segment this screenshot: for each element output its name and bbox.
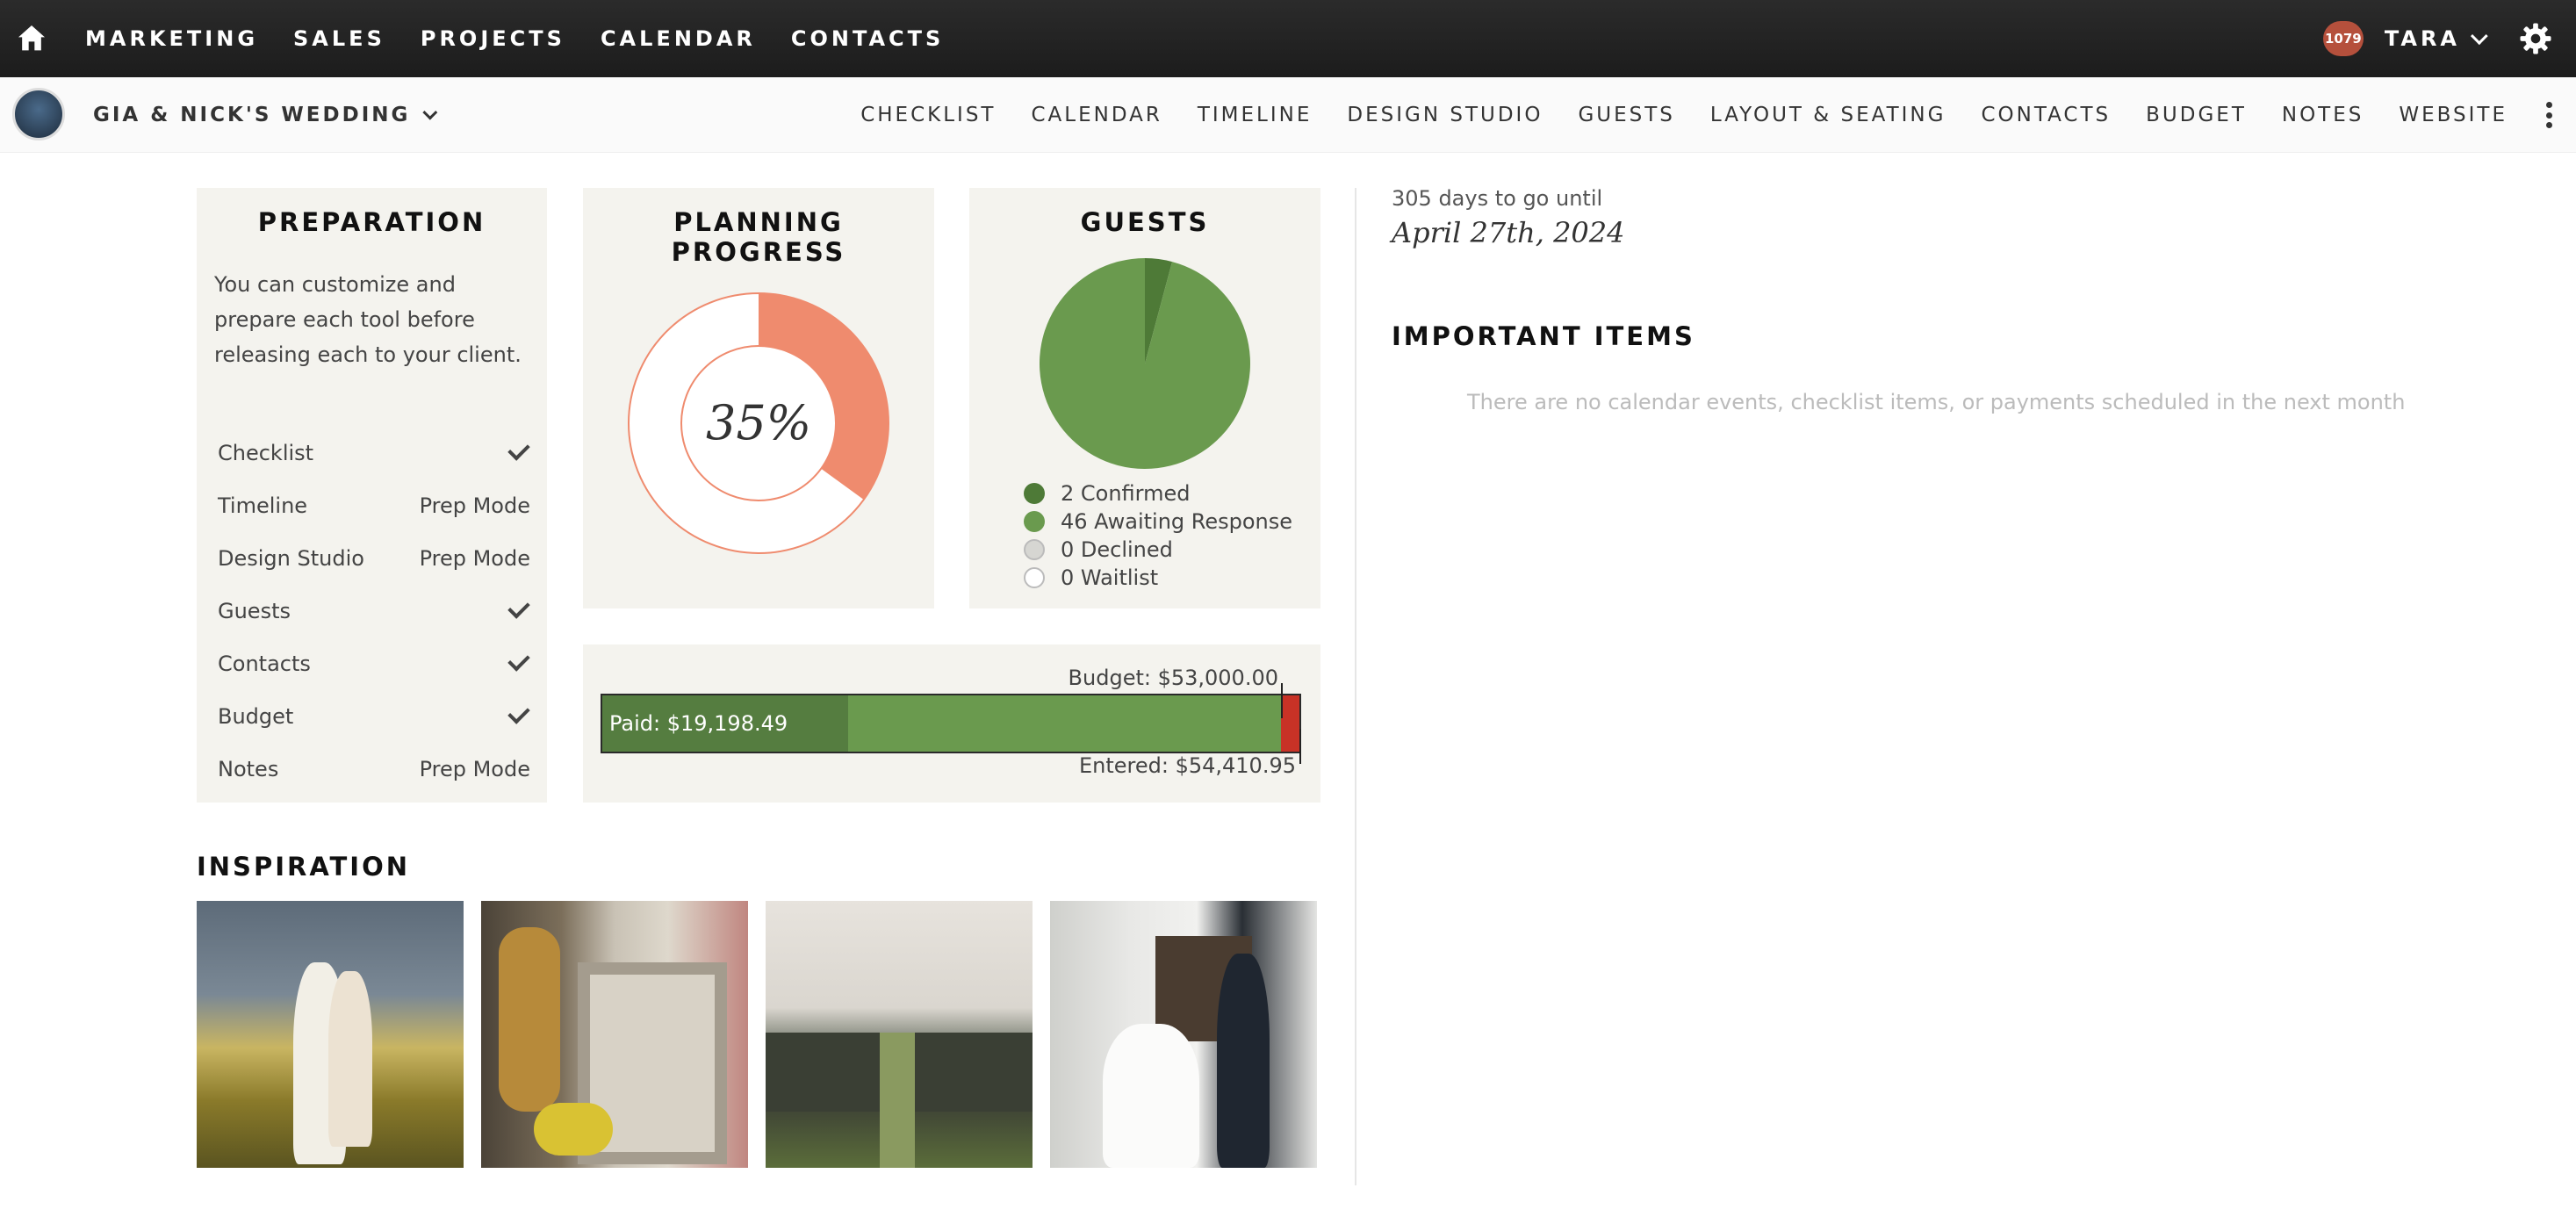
guests-legend: 2 Confirmed 46 Awaiting Response 0 Decli… [1024,479,1292,592]
prep-row-checklist[interactable]: Checklist [218,427,530,479]
prep-row-label: Guests [218,599,291,623]
budget-card[interactable]: Budget: $53,000.00 Paid: $19,198.49 Ente… [583,644,1320,803]
prep-row-notes[interactable]: Notes Prep Mode [218,743,530,796]
column-divider [1355,188,1356,1185]
progress-percent: 35% [706,395,811,450]
budget-entered-label: Entered: $54,410.95 [1078,753,1296,778]
tab-notes[interactable]: NOTES [2282,104,2364,126]
tab-checklist[interactable]: CHECKLIST [860,104,996,126]
inspiration-title: INSPIRATION [197,852,411,882]
legend-dot [1024,511,1045,532]
inspiration-photo[interactable] [197,901,464,1168]
project-selector[interactable]: GIA & NICK'S WEDDING [93,77,438,153]
prep-row-label: Contacts [218,652,311,676]
preparation-card: PREPARATION You can customize and prepar… [197,188,547,803]
inspiration-photo[interactable] [481,901,748,1168]
progress-donut: 35% [628,292,889,554]
legend-label: 0 Declined [1061,537,1173,562]
prep-row-label: Notes [218,757,279,781]
legend-label: 46 Awaiting Response [1061,509,1293,534]
days-countdown: 305 days to go until [1392,186,1603,211]
checkmark-icon [507,596,530,619]
legend-awaiting: 46 Awaiting Response [1024,508,1292,536]
guests-pie [1040,258,1250,469]
nav-projects[interactable]: PROJECTS [421,26,565,51]
tab-guests[interactable]: GUESTS [1578,104,1674,126]
top-nav: MARKETING SALES PROJECTS CALENDAR CONTAC… [0,0,2576,77]
guests-card[interactable]: GUESTS 2 Confirmed 46 Awaiting Response … [969,188,1320,608]
tab-layout-seating[interactable]: LAYOUT & SEATING [1710,104,1946,126]
nav-marketing[interactable]: MARKETING [85,26,258,51]
tab-budget[interactable]: BUDGET [2146,104,2247,126]
prep-row-guests[interactable]: Guests [218,585,530,637]
prep-row-status: Prep Mode [419,757,530,781]
entered-marker [1299,729,1301,764]
tab-contacts[interactable]: CONTACTS [1981,104,2111,126]
planning-progress-title: PLANNING PROGRESS [671,207,846,267]
checkmark-icon [507,438,530,461]
prep-row-label: Checklist [218,441,314,465]
checkmark-icon [507,702,530,724]
prep-row-status: Prep Mode [419,493,530,518]
nav-contacts[interactable]: CONTACTS [791,26,944,51]
preparation-title: PREPARATION [257,207,486,237]
budget-total-label: Budget: $53,000.00 [1068,666,1278,690]
checkmark-icon [507,649,530,672]
tab-timeline[interactable]: TIMELINE [1198,104,1313,126]
legend-dot [1024,539,1045,560]
legend-label: 2 Confirmed [1061,481,1191,506]
budget-over-fill [1281,695,1299,752]
pie-slice [1040,258,1250,469]
nav-sales[interactable]: SALES [293,26,385,51]
gear-icon[interactable] [2518,21,2553,56]
prep-row-budget[interactable]: Budget [218,690,530,743]
prep-row-contacts[interactable]: Contacts [218,637,530,690]
tab-design-studio[interactable]: DESIGN STUDIO [1347,104,1543,126]
home-icon[interactable] [14,21,49,56]
wedding-date: April 27th, 2024 [1392,216,1625,249]
planning-progress-card[interactable]: PLANNING PROGRESS 35% [583,188,934,608]
budget-marker [1281,683,1284,718]
prep-row-label: Timeline [218,493,308,518]
user-menu[interactable]: TARA [2384,26,2488,51]
legend-confirmed: 2 Confirmed [1024,479,1292,508]
prep-row-design-studio[interactable]: Design Studio Prep Mode [218,532,530,585]
prep-row-label: Budget [218,704,294,729]
budget-paid-label: Paid: $19,198.49 [609,711,788,736]
project-nav: GIA & NICK'S WEDDING CHECKLIST CALENDAR … [0,77,2576,153]
inspiration-photo[interactable] [1050,901,1317,1168]
prep-row-label: Design Studio [218,546,364,571]
legend-dot [1024,483,1045,504]
important-items-title: IMPORTANT ITEMS [1392,321,1695,351]
user-name: TARA [2384,26,2460,51]
preparation-description: You can customize and prepare each tool … [214,272,522,367]
chevron-down-icon [2470,27,2488,46]
prep-row-status: Prep Mode [419,546,530,571]
inspiration-photo[interactable] [766,901,1033,1168]
notification-badge[interactable]: 1079 [2322,21,2364,56]
legend-dot [1024,567,1045,588]
project-name: GIA & NICK'S WEDDING [93,104,411,126]
legend-declined: 0 Declined [1024,536,1292,564]
nav-calendar[interactable]: CALENDAR [601,26,756,51]
tab-calendar[interactable]: CALENDAR [1031,104,1162,126]
project-avatar[interactable] [12,88,65,140]
tab-website[interactable]: WEBSITE [2399,104,2508,126]
guests-title: GUESTS [1080,207,1210,237]
chevron-down-icon [422,104,438,120]
more-options-icon[interactable] [2544,102,2553,128]
legend-label: 0 Waitlist [1061,565,1159,590]
important-items-empty: There are no calendar events, checklist … [1467,390,2406,414]
legend-waitlist: 0 Waitlist [1024,564,1292,592]
budget-bar: Paid: $19,198.49 [601,694,1301,753]
prep-row-timeline[interactable]: Timeline Prep Mode [218,479,530,532]
